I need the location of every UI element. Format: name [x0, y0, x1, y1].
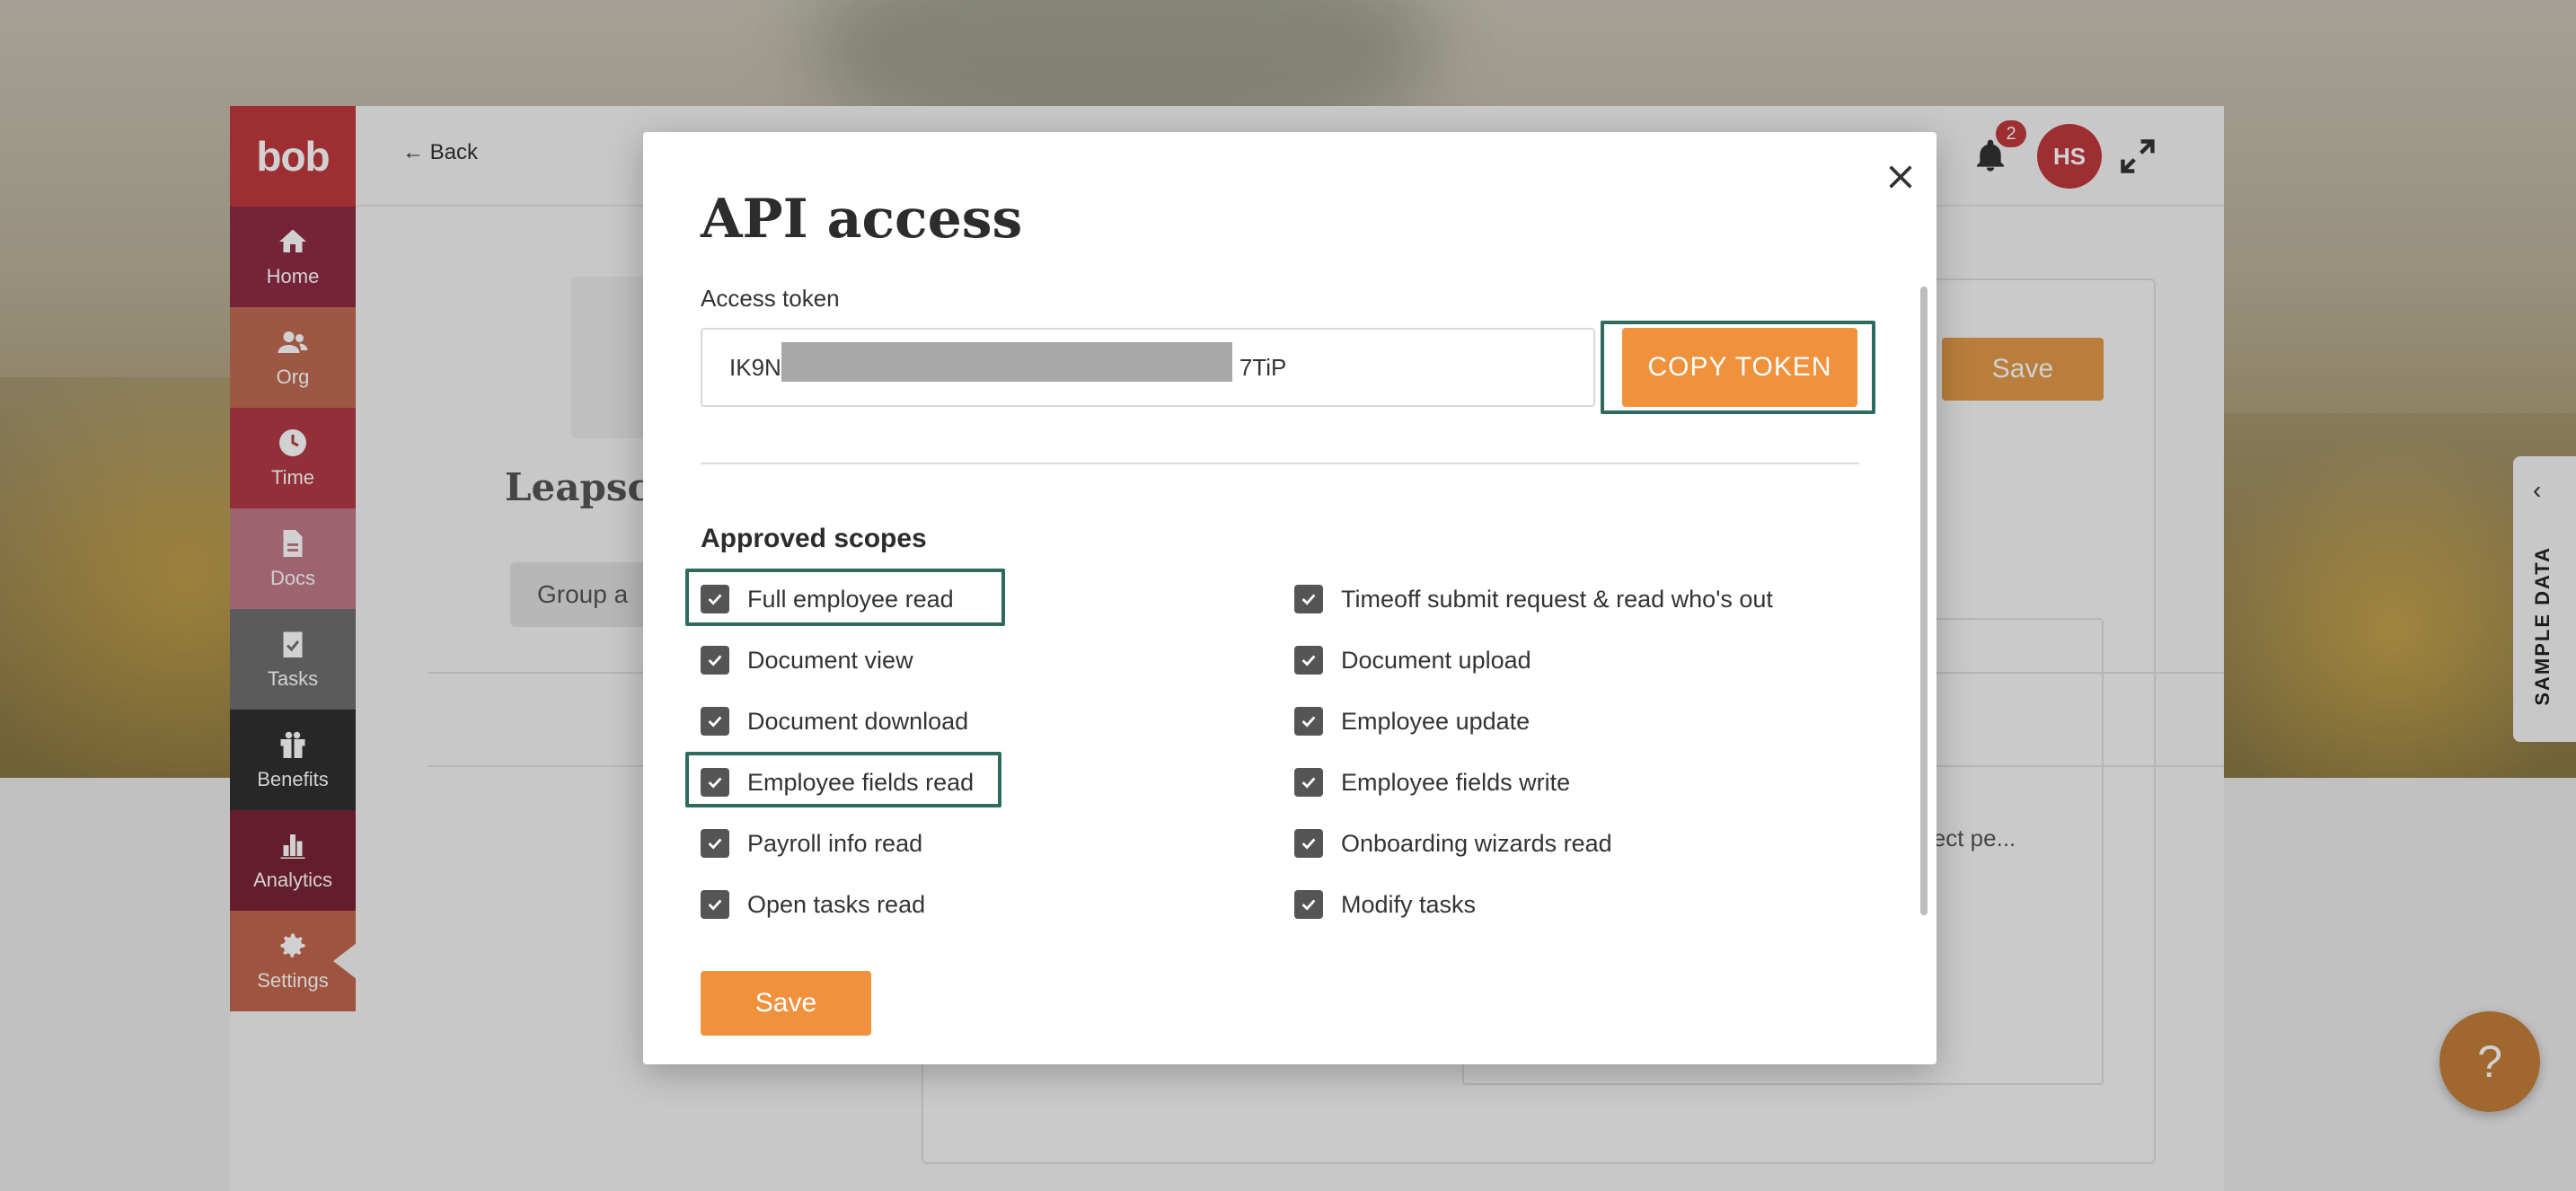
- checkmark-icon: [708, 777, 722, 789]
- api-access-modal: API access Access token IK9N 7TiP COPY TO…: [643, 132, 1936, 1064]
- checkbox-checked[interactable]: [1294, 707, 1323, 736]
- checkmark-icon: [708, 838, 722, 850]
- close-icon: [1889, 165, 1912, 189]
- scope-label: Document download: [747, 707, 969, 735]
- scope-document-upload[interactable]: Document upload: [1294, 642, 1531, 678]
- checkmark-icon: [708, 899, 722, 911]
- checkmark-icon: [1301, 899, 1316, 911]
- checkbox-checked[interactable]: [701, 768, 729, 797]
- scope-label: Employee fields read: [747, 768, 975, 796]
- scope-onboarding-wizards-read[interactable]: Onboarding wizards read: [1294, 825, 1612, 861]
- scope-payroll-info-read[interactable]: Payroll info read: [701, 825, 922, 861]
- modal-scrollbar[interactable]: [1920, 287, 1928, 915]
- scope-label: Employee update: [1341, 707, 1531, 735]
- copy-token-button[interactable]: COPY TOKEN: [1622, 328, 1857, 407]
- scope-timeoff-submit-request[interactable]: Timeoff submit request & read who's out: [1294, 581, 1773, 617]
- checkmark-icon: [708, 594, 722, 605]
- scope-employee-update[interactable]: Employee update: [1294, 703, 1530, 739]
- scope-label: Open tasks read: [747, 890, 926, 918]
- scope-full-employee-read[interactable]: Full employee read: [701, 581, 954, 617]
- checkmark-icon: [1301, 777, 1316, 789]
- checkmark-icon: [1301, 655, 1316, 666]
- scope-label: Onboarding wizards read: [1341, 829, 1612, 857]
- scope-label: Employee fields write: [1341, 768, 1571, 796]
- scope-open-tasks-read[interactable]: Open tasks read: [701, 887, 925, 922]
- checkbox-checked[interactable]: [701, 585, 729, 613]
- scope-label: Document upload: [1341, 646, 1531, 674]
- save-button[interactable]: Save: [701, 971, 871, 1036]
- token-prefix: IK9N: [729, 354, 781, 381]
- modal-title: API access: [701, 188, 1023, 251]
- checkbox-checked[interactable]: [701, 890, 729, 919]
- checkbox-checked[interactable]: [701, 829, 729, 858]
- checkmark-icon: [1301, 594, 1316, 605]
- divider: [701, 463, 1859, 464]
- scope-modify-tasks[interactable]: Modify tasks: [1294, 887, 1476, 922]
- checkmark-icon: [708, 655, 722, 666]
- close-button[interactable]: [1879, 155, 1922, 198]
- scope-document-view[interactable]: Document view: [701, 642, 913, 678]
- scope-employee-fields-read[interactable]: Employee fields read: [701, 764, 974, 800]
- checkmark-icon: [1301, 716, 1316, 728]
- checkbox-checked[interactable]: [1294, 585, 1323, 613]
- checkbox-checked[interactable]: [1294, 646, 1323, 675]
- checkbox-checked[interactable]: [701, 646, 729, 675]
- token-suffix: 7TiP: [1239, 354, 1287, 381]
- scope-employee-fields-write[interactable]: Employee fields write: [1294, 764, 1570, 800]
- scope-label: Document view: [747, 646, 913, 674]
- checkbox-checked[interactable]: [1294, 768, 1323, 797]
- scope-document-download[interactable]: Document download: [701, 703, 968, 739]
- scope-label: Payroll info read: [747, 829, 923, 857]
- scope-label: Modify tasks: [1341, 890, 1477, 918]
- scope-label: Timeoff submit request & read who's out: [1341, 585, 1773, 613]
- scope-label: Full employee read: [747, 585, 954, 613]
- checkbox-checked[interactable]: [1294, 890, 1323, 919]
- token-redaction-mask: [781, 342, 1232, 382]
- checkmark-icon: [1301, 838, 1316, 850]
- approved-scopes-title: Approved scopes: [701, 524, 927, 553]
- access-token-label: Access token: [701, 285, 840, 312]
- checkbox-checked[interactable]: [701, 707, 729, 736]
- checkmark-icon: [708, 716, 722, 728]
- checkbox-checked[interactable]: [1294, 829, 1323, 858]
